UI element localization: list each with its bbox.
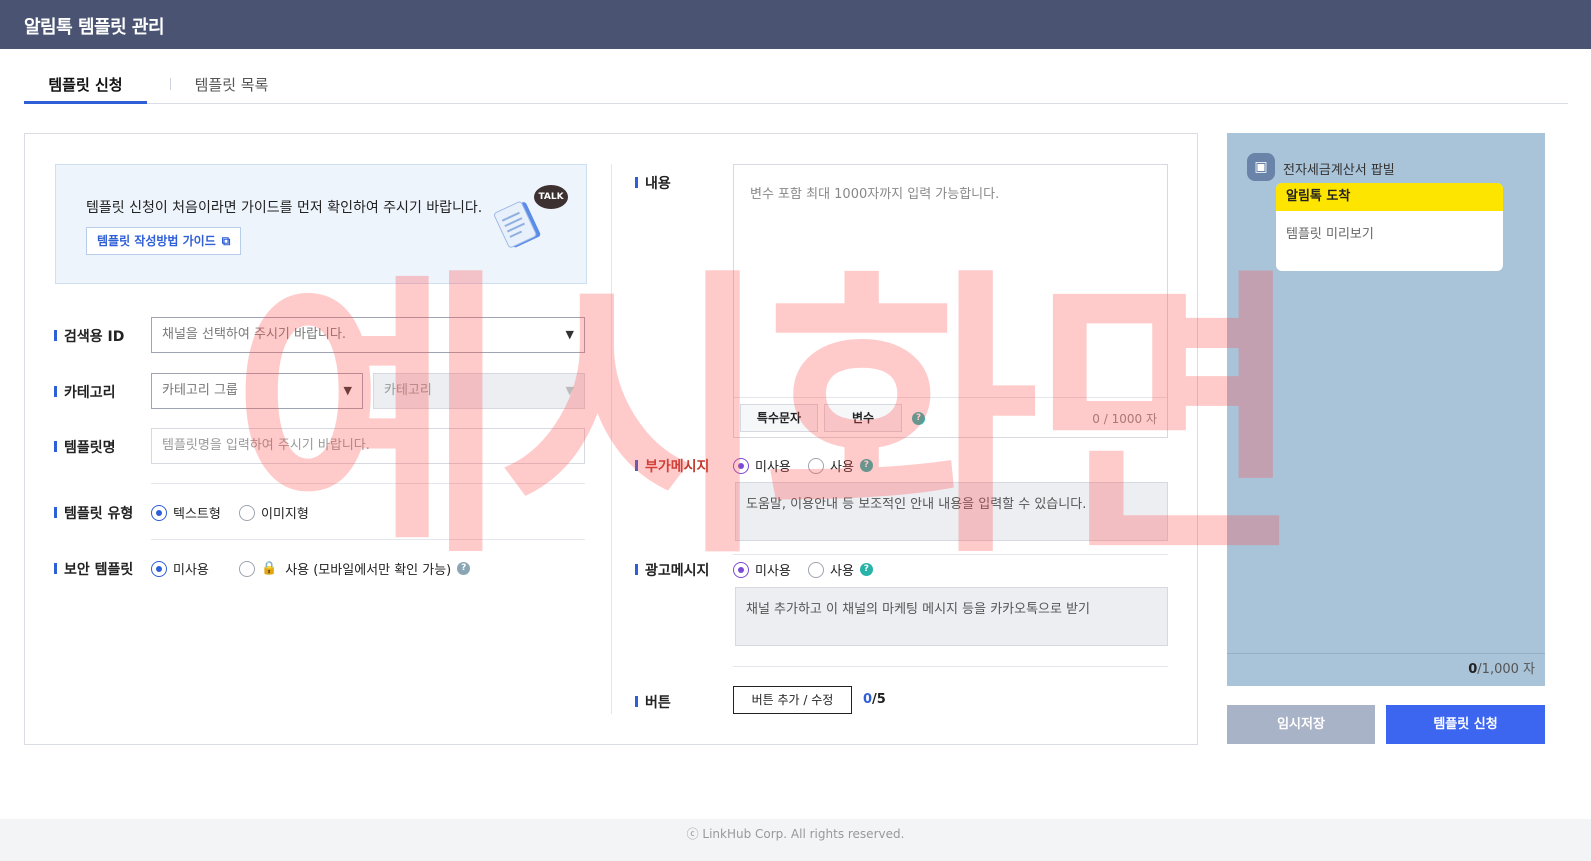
category-select[interactable]: 카테고리 ▼ — [373, 373, 585, 409]
help-icon[interactable]: ? — [912, 412, 925, 425]
security-template-label: 보안 템플릿 — [54, 559, 133, 579]
radio-circle — [808, 561, 824, 578]
search-id-select[interactable]: 채널을 선택하여 주시기 바랍니다. ▼ — [151, 317, 585, 353]
category-group-placeholder: 카테고리 그룹 — [162, 383, 238, 398]
content-toolbar: 특수문자 변수 ? 0 / 1000 자 — [734, 397, 1167, 437]
security-on-radio[interactable]: 🔒 사용 (모바일에서만 확인 가능) ? — [239, 559, 471, 578]
divider — [733, 554, 1168, 555]
preview-bubble-header: 알림톡 도착 — [1276, 183, 1503, 211]
guide-text: 템플릿 신청이 처음이라면 가이드를 먼저 확인하여 주시기 바랍니다. — [86, 200, 483, 216]
talk-badge-icon: TALK — [534, 185, 568, 209]
button-edit-button[interactable]: 버튼 추가 / 수정 — [733, 686, 852, 714]
channel-bag-icon: ▣ — [1247, 153, 1275, 181]
ad-message-label: 광고메시지 — [635, 560, 709, 580]
search-id-label: 검색용 ID — [54, 326, 124, 346]
radio-circle — [733, 561, 749, 578]
category-group-select[interactable]: 카테고리 그룹 ▼ — [151, 373, 363, 409]
preview-count-value: 0 — [1468, 662, 1478, 677]
radio-label: 사용 — [830, 564, 854, 579]
divider — [151, 483, 585, 484]
chevron-down-icon: ▼ — [565, 328, 574, 341]
divider — [733, 666, 1168, 667]
radio-label: 미사용 — [755, 460, 791, 475]
content-placeholder: 변수 포함 최대 1000자까지 입력 가능합니다. — [750, 187, 1000, 202]
radio-label: 사용 — [830, 460, 854, 475]
external-link-icon: ⧉ — [221, 234, 231, 248]
chevron-down-icon: ▼ — [343, 384, 352, 397]
tab-template-list[interactable]: 템플릿 목록 — [170, 74, 293, 104]
help-icon[interactable]: ? — [859, 459, 873, 472]
extra-message-off-radio[interactable]: 미사용 — [733, 456, 791, 475]
column-divider — [611, 164, 612, 714]
special-chars-button[interactable]: 특수문자 — [740, 404, 818, 432]
template-type-image-radio[interactable]: 이미지형 — [239, 503, 309, 522]
preview-bubble: 알림톡 도착 템플릿 미리보기 — [1276, 183, 1503, 271]
chevron-down-icon: ▼ — [565, 384, 574, 397]
channel-name: 전자세금계산서 팝빌 — [1283, 163, 1395, 178]
radio-circle — [151, 560, 167, 577]
template-type-text-radio[interactable]: 텍스트형 — [151, 503, 221, 522]
category-placeholder: 카테고리 — [384, 383, 432, 398]
preview-bubble-body: 템플릿 미리보기 — [1286, 227, 1374, 242]
radio-label: 미사용 — [755, 564, 791, 579]
radio-circle — [151, 504, 167, 521]
guide-button[interactable]: 템플릿 작성방법 가이드 ⧉ — [86, 227, 242, 255]
variable-button[interactable]: 변수 — [824, 404, 902, 432]
app-header: 알림톡 템플릿 관리 — [0, 0, 1591, 49]
search-id-placeholder: 채널을 선택하여 주시기 바랍니다. — [162, 327, 346, 342]
template-name-label: 템플릿명 — [54, 437, 116, 457]
form-panel: 템플릿 신청이 처음이라면 가이드를 먼저 확인하여 주시기 바랍니다. 템플릿… — [24, 133, 1198, 745]
button-count: 0/5 — [863, 692, 886, 707]
preview-count-suffix: /1,000 자 — [1477, 662, 1535, 677]
radio-label: 미사용 — [173, 563, 209, 578]
guide-banner: 템플릿 신청이 처음이라면 가이드를 먼저 확인하여 주시기 바랍니다. 템플릿… — [55, 164, 587, 284]
help-icon[interactable]: ? — [457, 562, 471, 575]
radio-label: 이미지형 — [261, 507, 309, 522]
ad-message-on-radio[interactable]: 사용 ? — [808, 560, 873, 579]
lock-icon: 🔒 — [261, 561, 278, 576]
button-count-value: 0 — [863, 692, 873, 707]
template-type-label: 템플릿 유형 — [54, 503, 133, 523]
template-name-input[interactable]: 템플릿명을 입력하여 주시기 바랍니다. — [151, 428, 585, 464]
submit-template-button[interactable]: 템플릿 신청 — [1386, 705, 1545, 744]
content-counter: 0 / 1000 자 — [1092, 412, 1157, 426]
guide-button-label: 템플릿 작성방법 가이드 — [97, 234, 216, 248]
help-icon[interactable]: ? — [859, 563, 873, 576]
radio-circle — [239, 560, 255, 577]
security-off-radio[interactable]: 미사용 — [151, 559, 209, 578]
extra-message-label: 부가메시지 — [635, 456, 709, 476]
button-count-max: /5 — [872, 692, 886, 707]
divider — [151, 539, 585, 540]
preview-counter: 0/1,000 자 — [1227, 653, 1545, 686]
radio-circle — [808, 457, 824, 474]
extra-message-box[interactable]: 도움말, 이용안내 등 보조적인 안내 내용을 입력할 수 있습니다. — [735, 482, 1168, 541]
ad-message-box[interactable]: 채널 추가하고 이 채널의 마케팅 메시지 등을 카카오톡으로 받기 — [735, 587, 1168, 646]
tab-bar: 템플릿 신청 템플릿 목록 — [24, 66, 1568, 104]
radio-circle — [733, 457, 749, 474]
content-label: 내용 — [635, 173, 671, 193]
radio-circle — [239, 504, 255, 521]
buttons-label: 버튼 — [635, 692, 671, 712]
radio-label: 사용 (모바일에서만 확인 가능) — [285, 563, 452, 578]
message-preview: ▣ 전자세금계산서 팝빌 알림톡 도착 템플릿 미리보기 0/1,000 자 — [1227, 133, 1545, 686]
ad-message-off-radio[interactable]: 미사용 — [733, 560, 791, 579]
category-label: 카테고리 — [54, 382, 116, 402]
radio-label: 텍스트형 — [173, 507, 221, 522]
extra-message-on-radio[interactable]: 사용 ? — [808, 456, 873, 475]
content-textarea[interactable]: 변수 포함 최대 1000자까지 입력 가능합니다. 특수문자 변수 ? 0 /… — [733, 164, 1168, 438]
save-draft-button[interactable]: 임시저장 — [1227, 705, 1375, 744]
footer: ⓒ LinkHub Corp. All rights reserved. — [0, 819, 1591, 861]
page-title: 알림톡 템플릿 관리 — [24, 17, 165, 38]
tab-template-apply[interactable]: 템플릿 신청 — [24, 74, 147, 104]
